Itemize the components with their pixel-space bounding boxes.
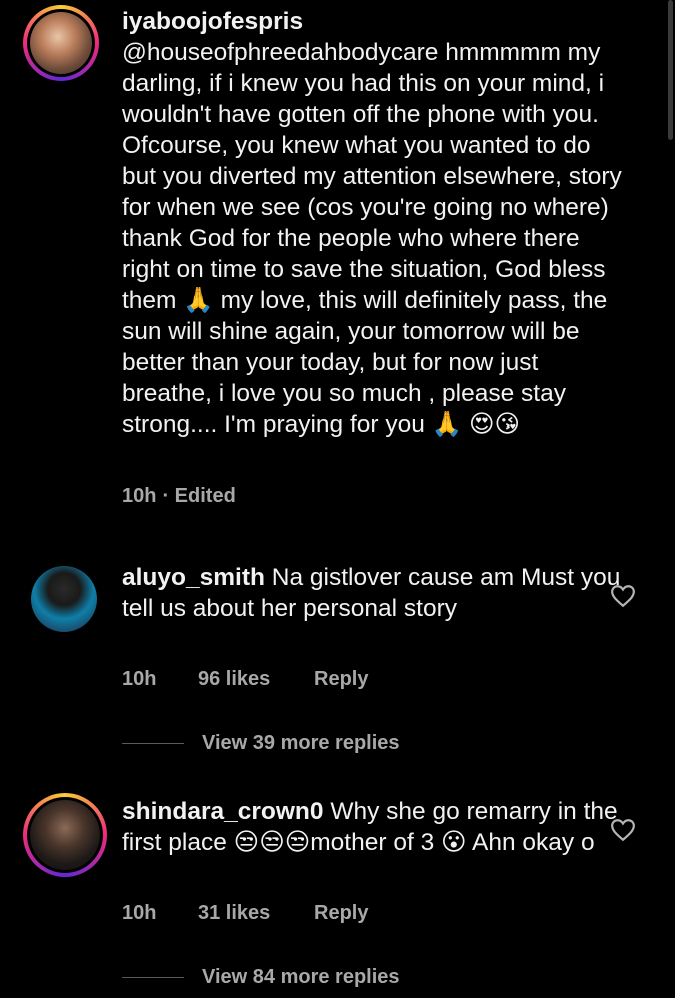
comment-meta: 10h · Edited bbox=[122, 485, 236, 508]
comment-text-block: aluyo_smith Na gistlover cause am Must y… bbox=[122, 562, 622, 624]
comment-time: 10h bbox=[122, 485, 157, 507]
view-replies-button[interactable]: View 84 more replies bbox=[122, 966, 400, 989]
comment-likes[interactable]: 96 likes bbox=[198, 668, 314, 691]
comment-username[interactable]: iyaboojofespris bbox=[122, 8, 303, 35]
reply-button[interactable]: Reply bbox=[314, 902, 368, 925]
comment-meta: 10h 96 likes Reply bbox=[122, 668, 368, 691]
comment-time: 10h bbox=[122, 902, 157, 924]
comment-text: @houseofphreedahbodycare hmmmmm my darli… bbox=[122, 39, 622, 438]
view-replies-label: View 84 more replies bbox=[202, 966, 400, 988]
comment-username[interactable]: aluyo_smith bbox=[122, 564, 265, 591]
comment-edited: · Edited bbox=[162, 485, 236, 507]
comment-likes[interactable]: 31 likes bbox=[198, 902, 314, 925]
reply-button[interactable]: Reply bbox=[314, 668, 368, 691]
comment-meta: 10h 31 likes Reply bbox=[122, 902, 368, 925]
avatar-iyaboojofespris[interactable] bbox=[23, 5, 99, 81]
replies-divider-line bbox=[122, 743, 184, 744]
replies-divider-line bbox=[122, 977, 184, 978]
like-heart-icon[interactable] bbox=[610, 818, 636, 842]
avatar-aluyo-smith[interactable] bbox=[31, 566, 97, 632]
comment-username[interactable]: shindara_crown0 bbox=[122, 798, 324, 825]
view-replies-label: View 39 more replies bbox=[202, 732, 400, 754]
comment-time: 10h bbox=[122, 668, 157, 690]
comments-screen: iyaboojofespris @houseofphreedahbodycare… bbox=[0, 0, 675, 998]
like-heart-icon[interactable] bbox=[610, 584, 636, 608]
avatar-shindara-crown0[interactable] bbox=[23, 793, 107, 877]
view-replies-button[interactable]: View 39 more replies bbox=[122, 732, 400, 755]
scrollbar[interactable] bbox=[668, 0, 673, 140]
comment-text-block: shindara_crown0 Why she go remarry in th… bbox=[122, 796, 622, 858]
comment-text-block: iyaboojofespris @houseofphreedahbodycare… bbox=[122, 6, 622, 440]
